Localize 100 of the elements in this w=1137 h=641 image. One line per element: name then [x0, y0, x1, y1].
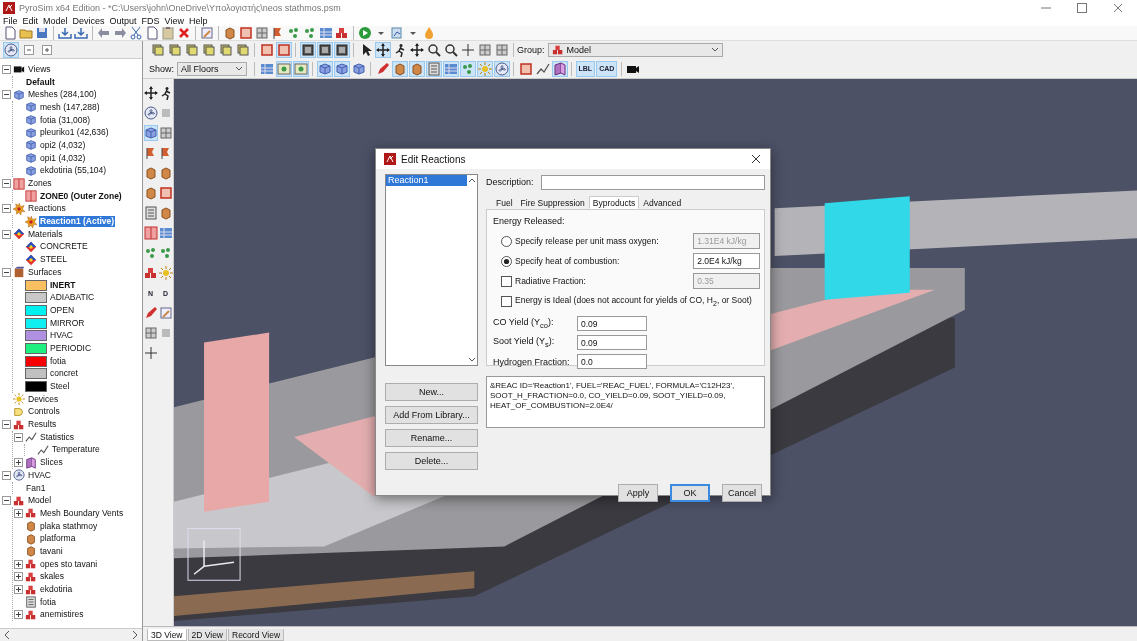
radio-button[interactable]: [501, 255, 512, 267]
stack-icon[interactable]: [183, 42, 200, 58]
cube-icon[interactable]: [143, 185, 158, 201]
stack-icon[interactable]: [200, 42, 217, 58]
expand-toggle[interactable]: [14, 572, 23, 582]
dots-icon[interactable]: [158, 245, 173, 261]
tree-item[interactable]: Meshes (284,100): [27, 89, 98, 101]
box-icon[interactable]: [316, 42, 333, 58]
collapse-toggle[interactable]: [14, 432, 23, 442]
table-icon[interactable]: [158, 225, 173, 241]
tree-item[interactable]: HVAC: [27, 469, 52, 481]
box-icon[interactable]: [333, 42, 350, 58]
fan-icon[interactable]: [493, 60, 510, 77]
tree-item[interactable]: Model: [27, 495, 53, 507]
tree-item[interactable]: mesh (147,288): [39, 101, 101, 113]
cube-icon[interactable]: [408, 60, 425, 77]
dialog-button[interactable]: OK: [670, 484, 710, 502]
tree-item[interactable]: Controls: [27, 406, 61, 418]
tree-item[interactable]: fotia (31,008): [39, 114, 92, 126]
list-item[interactable]: Reaction1: [386, 175, 467, 186]
collapse-toggle[interactable]: [2, 267, 11, 277]
value-field[interactable]: 0.09: [577, 335, 647, 350]
dialog-button[interactable]: Delete...: [385, 452, 478, 470]
tree-item[interactable]: opi1 (4,032): [39, 152, 87, 164]
pencil-icon[interactable]: [199, 26, 215, 40]
cube-icon[interactable]: [158, 205, 173, 221]
tree-item[interactable]: CONCRETE: [39, 241, 89, 253]
dialog-button[interactable]: New...: [385, 383, 478, 401]
tree-item[interactable]: MIRROR: [49, 317, 86, 329]
collapse-toggle[interactable]: [2, 470, 11, 480]
fan-icon[interactable]: [143, 105, 158, 121]
save-icon[interactable]: [34, 26, 50, 40]
menu-item[interactable]: Output: [109, 15, 137, 26]
tree-item[interactable]: STEEL: [39, 254, 68, 266]
tree-item[interactable]: HVAC: [49, 330, 74, 342]
group-dropdown[interactable]: Model: [547, 43, 723, 57]
fan-icon[interactable]: [2, 41, 19, 58]
dots-icon[interactable]: [459, 60, 476, 77]
stack-icon[interactable]: [149, 42, 166, 58]
view-tab[interactable]: Record View: [228, 629, 285, 641]
tree-item[interactable]: plaka stathmoy: [39, 520, 99, 532]
dots-icon[interactable]: [143, 245, 158, 261]
undo-icon[interactable]: [96, 26, 112, 40]
menu-item[interactable]: Edit: [22, 15, 39, 26]
play-icon[interactable]: [357, 26, 373, 40]
scissors-icon[interactable]: [128, 26, 144, 40]
tree-item[interactable]: tavani: [39, 545, 64, 557]
tree-item[interactable]: platforma: [39, 533, 77, 545]
dialog-button[interactable]: Apply: [618, 484, 658, 502]
collapse-toggle[interactable]: [2, 420, 11, 430]
grid-icon[interactable]: [254, 26, 270, 40]
frame-icon[interactable]: [238, 26, 254, 40]
box-icon[interactable]: [299, 42, 316, 58]
scroll-down-icon[interactable]: [468, 355, 476, 363]
redo-icon[interactable]: [112, 26, 128, 40]
collapse-toggle[interactable]: [2, 90, 11, 100]
cube-icon[interactable]: [222, 26, 238, 40]
tree-item[interactable]: Default: [25, 76, 56, 88]
close-icon[interactable]: [750, 153, 762, 165]
tree-item[interactable]: Fan1: [25, 482, 47, 494]
expand-toggle[interactable]: [14, 458, 23, 468]
tree-item[interactable]: Results: [27, 419, 58, 431]
tree-item[interactable]: skales: [39, 571, 66, 583]
description-field[interactable]: [540, 174, 765, 190]
magnifier-icon[interactable]: [425, 42, 442, 58]
move-icon[interactable]: [143, 85, 158, 101]
grid-icon[interactable]: [143, 205, 158, 221]
grid-icon[interactable]: [143, 325, 158, 341]
value-field[interactable]: 2.0E4 kJ/kg: [693, 253, 760, 269]
maximize-icon[interactable]: [1075, 0, 1089, 15]
tree-item[interactable]: Steel: [49, 381, 71, 393]
frame-icon[interactable]: [275, 42, 292, 58]
magnifier-icon[interactable]: [442, 42, 459, 58]
mesh-icon[interactable]: [316, 60, 333, 77]
tree-item[interactable]: fotia: [39, 596, 58, 608]
menu-item[interactable]: Help: [188, 15, 208, 26]
tree-item[interactable]: ekdotiria (55,104): [39, 165, 108, 177]
collapse-toggle[interactable]: [2, 64, 11, 74]
grid-icon[interactable]: [493, 42, 510, 58]
tree-item[interactable]: PERIODIC: [49, 342, 93, 354]
tree-item[interactable]: pleuriko1 (42,636): [39, 127, 110, 139]
delete-icon[interactable]: [176, 26, 192, 40]
frame-icon[interactable]: [158, 185, 173, 201]
clipboard-icon[interactable]: [160, 26, 176, 40]
stack-icon[interactable]: [234, 42, 251, 58]
grid-icon[interactable]: [158, 125, 173, 141]
dialog-button[interactable]: Cancel: [722, 484, 762, 502]
menu-item[interactable]: Devices: [72, 15, 105, 26]
image-icon[interactable]: [275, 60, 292, 77]
scroll-right-icon[interactable]: [131, 630, 139, 640]
tree-item[interactable]: fotia: [49, 355, 68, 367]
cube-icon[interactable]: [143, 165, 158, 181]
collapse-toggle[interactable]: [2, 179, 11, 189]
move-icon[interactable]: [408, 42, 425, 58]
floor-dropdown[interactable]: All Floors: [177, 61, 247, 76]
tab[interactable]: Byproducts: [588, 196, 640, 209]
tree-item[interactable]: anemistires: [39, 609, 85, 621]
expand-toggle[interactable]: [14, 559, 23, 569]
cube-icon[interactable]: [391, 60, 408, 77]
menu-item[interactable]: View: [164, 15, 184, 26]
